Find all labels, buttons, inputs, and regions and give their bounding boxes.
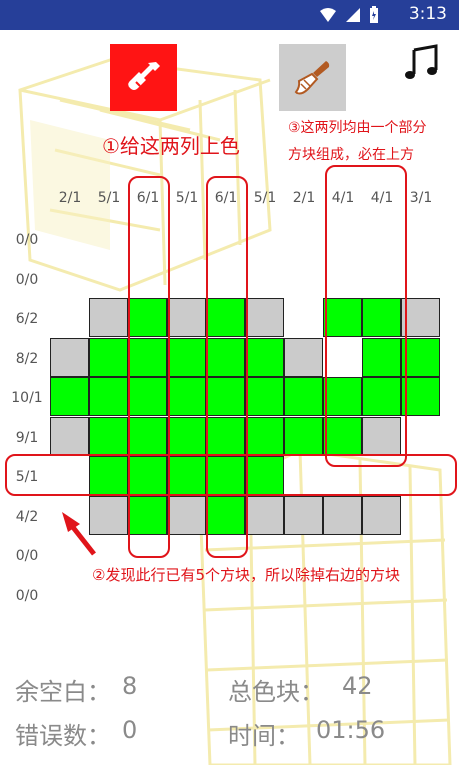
crossed-cell[interactable]	[89, 298, 128, 337]
battery-icon	[370, 6, 378, 23]
crossed-cell[interactable]	[167, 298, 206, 337]
filled-cell[interactable]	[362, 337, 401, 377]
row-clue: 10/1	[11, 390, 43, 406]
filled-cell[interactable]	[128, 416, 167, 456]
column-clue: 3/1	[409, 190, 433, 206]
filled-cell[interactable]	[284, 377, 323, 416]
arrow-icon	[62, 512, 96, 556]
column-clue: 2/1	[292, 190, 316, 206]
crossed-cell[interactable]	[284, 337, 323, 377]
filled-cell[interactable]	[206, 456, 245, 495]
row-clue: 0/0	[15, 232, 39, 248]
filled-cell[interactable]	[128, 495, 167, 535]
wifi-icon	[320, 8, 336, 22]
filled-cell[interactable]	[128, 456, 167, 495]
filled-cell[interactable]	[128, 377, 167, 416]
filled-cell[interactable]	[284, 416, 323, 456]
filled-cell[interactable]	[89, 416, 128, 456]
crossed-cell[interactable]	[362, 416, 401, 456]
filled-cell[interactable]	[89, 337, 128, 377]
row-clue: 0/0	[15, 548, 39, 564]
filled-cell[interactable]	[245, 337, 284, 377]
brush-tool-button[interactable]	[279, 44, 346, 111]
music-note-icon	[405, 44, 438, 79]
annotation-upper-block-line1: ③这两列均由一个部分	[288, 120, 427, 136]
column-clue: 4/1	[370, 190, 394, 206]
status-icons	[319, 6, 379, 24]
shovel-icon	[127, 61, 160, 90]
filled-cell[interactable]	[206, 377, 245, 416]
status-bar: 3:13	[0, 0, 459, 30]
crossed-cell[interactable]	[167, 495, 206, 535]
errors-value: 0	[122, 716, 138, 744]
filled-cell[interactable]	[323, 377, 362, 416]
filled-cell[interactable]	[167, 456, 206, 495]
filled-cell[interactable]	[167, 416, 206, 456]
column-clue: 5/1	[175, 190, 199, 206]
annotation-row-five-blocks: ②发现此行已有5个方块，所以除掉右边的方块	[92, 566, 400, 584]
row-clue: 8/2	[15, 350, 39, 367]
music-toggle-button[interactable]	[402, 44, 442, 84]
filled-cell[interactable]	[89, 377, 128, 416]
filled-cell[interactable]	[128, 337, 167, 377]
filled-cell[interactable]	[323, 298, 362, 337]
filled-cell[interactable]	[401, 377, 440, 416]
row-clue: 4/2	[15, 508, 39, 525]
total-blocks-label: 总色块：	[228, 678, 324, 706]
shovel-tool-button[interactable]	[110, 44, 177, 111]
filled-cell[interactable]	[167, 337, 206, 377]
row-clue: 0/0	[15, 587, 39, 604]
row-clue: 9/1	[15, 429, 39, 446]
total-blocks-value: 42	[342, 672, 373, 700]
filled-cell[interactable]	[362, 377, 401, 416]
annotation-upper-block-line2: 方块组成，必在上方	[288, 147, 414, 163]
filled-cell[interactable]	[245, 416, 284, 456]
errors-label: 错误数：	[15, 722, 111, 750]
brush-icon	[294, 60, 329, 94]
column-clue: 4/1	[331, 190, 355, 206]
filled-cell[interactable]	[206, 337, 245, 377]
row-clue: 6/2	[15, 311, 39, 327]
row-clue: 5/1	[15, 469, 39, 485]
filled-cell[interactable]	[50, 377, 89, 416]
filled-cell[interactable]	[245, 377, 284, 416]
time-value: 01:56	[316, 716, 386, 744]
time-label: 时间：	[228, 722, 300, 750]
status-clock: 3:13	[408, 4, 447, 24]
row-clue: 0/0	[15, 271, 39, 288]
filled-cell[interactable]	[323, 416, 362, 456]
crossed-cell[interactable]	[50, 337, 89, 377]
signal-icon	[346, 8, 360, 22]
filled-cell[interactable]	[362, 298, 401, 337]
filled-cell[interactable]	[89, 456, 128, 495]
filled-cell[interactable]	[245, 456, 284, 495]
column-clue: 5/1	[97, 190, 121, 206]
crossed-cell[interactable]	[323, 495, 362, 535]
crossed-cell[interactable]	[284, 495, 323, 535]
column-clue: 5/1	[253, 190, 277, 206]
crossed-cell[interactable]	[245, 495, 284, 535]
blank-remaining-value: 8	[122, 672, 138, 700]
filled-cell[interactable]	[206, 298, 245, 337]
filled-cell[interactable]	[206, 416, 245, 456]
filled-cell[interactable]	[401, 337, 440, 377]
filled-cell[interactable]	[128, 298, 167, 337]
column-clue: 2/1	[58, 190, 82, 206]
crossed-cell[interactable]	[245, 298, 284, 337]
crossed-cell[interactable]	[401, 298, 440, 337]
blank-remaining-label: 余空白：	[15, 678, 111, 706]
crossed-cell[interactable]	[362, 495, 401, 535]
column-clue: 6/1	[136, 190, 160, 206]
annotation-color-columns: ①给这两列上色	[102, 134, 240, 158]
filled-cell[interactable]	[206, 495, 245, 535]
crossed-cell[interactable]	[50, 416, 89, 456]
filled-cell[interactable]	[167, 377, 206, 416]
column-clue: 6/1	[214, 190, 238, 206]
